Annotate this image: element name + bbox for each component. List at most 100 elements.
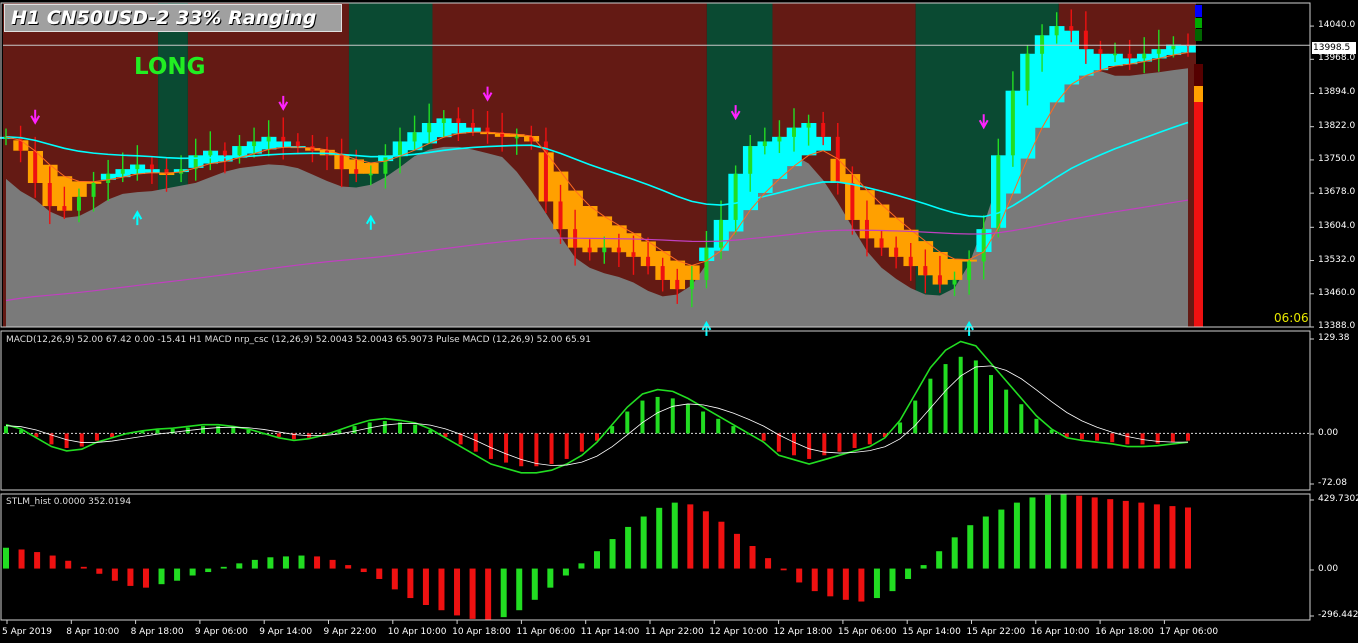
candle-body xyxy=(1127,53,1132,59)
price-tick-label: 13460.0 xyxy=(1318,287,1356,298)
time-tick-label: 9 Apr 06:00 xyxy=(194,627,248,637)
stlm-histogram-bar xyxy=(562,568,569,576)
candle-body xyxy=(485,127,490,133)
stlm-histogram-bar xyxy=(1091,497,1098,569)
candle-body xyxy=(281,136,286,142)
candle-body xyxy=(120,169,125,174)
time-tick-label: 15 Apr 14:00 xyxy=(902,627,961,637)
stlm-panel[interactable] xyxy=(3,494,1191,620)
stlm-histogram-bar xyxy=(1169,506,1176,569)
macd-histogram-bar xyxy=(898,422,903,434)
macd-indicator-label: MACD(12,26,9) 52.00 67.42 0.00 -15.41 H1… xyxy=(6,335,591,345)
stlm-histogram-bar xyxy=(905,568,912,579)
candle-body xyxy=(689,279,694,290)
strength-meter-cap xyxy=(1194,64,1203,86)
macd-histogram-bar xyxy=(1034,418,1039,434)
stlm-histogram-bar xyxy=(998,509,1005,569)
stlm-histogram-bar xyxy=(951,537,958,569)
macd-histogram-bar xyxy=(110,433,115,438)
price-tick-label: 13678.0 xyxy=(1318,187,1356,198)
macd-histogram-bar xyxy=(807,433,812,459)
stlm-histogram-bar xyxy=(842,568,849,600)
candle-body xyxy=(398,141,402,156)
stlm-indicator-label: STLM_hist 0.0000 352.0194 xyxy=(6,497,132,507)
stlm-histogram-bar xyxy=(1029,497,1036,569)
macd-histogram-bar xyxy=(352,426,357,434)
stlm-histogram-bar xyxy=(889,568,896,592)
candle-body xyxy=(1156,49,1161,54)
time-tick-label: 9 Apr 22:00 xyxy=(323,627,377,637)
macd-histogram-bar xyxy=(79,433,84,447)
candle-body xyxy=(952,279,957,285)
candle-body xyxy=(237,146,242,156)
panel-frame xyxy=(0,330,1311,491)
candle-body xyxy=(412,132,417,142)
symbol-title: H1 CN50USD-2 33% Ranging xyxy=(4,4,342,32)
macd-histogram-bar xyxy=(1079,433,1084,440)
time-tick-label: 16 Apr 10:00 xyxy=(1030,627,1090,637)
time-tick-label: 12 Apr 18:00 xyxy=(773,627,833,637)
macd-histogram-bar xyxy=(1170,433,1175,443)
macd-histogram-bar xyxy=(640,400,645,434)
macd-signal-line xyxy=(5,365,1189,466)
candle-body xyxy=(762,141,767,147)
macd-histogram-bar xyxy=(731,426,736,434)
macd-histogram-bar xyxy=(276,433,281,438)
candle-body xyxy=(91,183,96,197)
stlm-histogram-bar xyxy=(516,568,523,611)
price-tick-label: 13750.0 xyxy=(1318,153,1356,164)
tf-indicator-blue xyxy=(1195,5,1202,17)
stlm-histogram-bar xyxy=(111,568,118,581)
macd-histogram-bar xyxy=(761,433,766,441)
candle-body xyxy=(616,247,621,253)
price-tick-label: 13968.0 xyxy=(1318,53,1356,64)
bar-countdown: 06:06 xyxy=(1274,311,1309,325)
candle-body xyxy=(1040,35,1045,54)
macd-panel[interactable] xyxy=(3,340,1310,474)
time-tick-label: 12 Apr 10:00 xyxy=(709,627,768,637)
candle-body xyxy=(806,123,811,128)
macd-main-line xyxy=(5,340,1189,474)
macd-histogram-bar xyxy=(943,364,948,434)
candle-body xyxy=(1083,30,1088,50)
time-tick-label: 11 Apr 06:00 xyxy=(516,627,576,637)
candle-body xyxy=(967,261,972,280)
macd-histogram-bar xyxy=(792,433,796,456)
macd-histogram-bar xyxy=(852,433,857,448)
candle-body xyxy=(427,123,432,133)
candle-body xyxy=(821,123,826,137)
trading-chart[interactable] xyxy=(0,0,1358,643)
stlm-histogram-bar xyxy=(578,563,585,569)
stlm-histogram-bar xyxy=(189,568,196,576)
macd-histogram-bar xyxy=(231,427,236,434)
stlm-tick-label: 429.7302 xyxy=(1318,494,1358,504)
stlm-histogram-bar xyxy=(656,507,663,569)
candle-body xyxy=(792,127,796,137)
macd-histogram-bar xyxy=(94,433,99,441)
macd-histogram-bar xyxy=(549,433,554,465)
candle-body xyxy=(923,266,928,276)
stlm-histogram-bar xyxy=(811,568,818,592)
stlm-histogram-bar xyxy=(1138,502,1145,569)
stlm-histogram-bar xyxy=(329,559,336,569)
candle-body xyxy=(1113,53,1118,56)
stlm-histogram-bar xyxy=(96,568,103,574)
stlm-tick-label: 0.00 xyxy=(1318,564,1339,574)
stlm-histogram-bar xyxy=(796,568,803,583)
stlm-histogram-bar xyxy=(594,551,600,569)
macd-histogram-bar xyxy=(1155,433,1160,444)
stlm-histogram-bar xyxy=(80,566,87,569)
macd-histogram-bar xyxy=(1110,433,1115,443)
candle-body xyxy=(135,164,140,170)
stlm-histogram-bar xyxy=(687,504,694,569)
macd-histogram-bar xyxy=(973,360,978,434)
tf-indicator-green xyxy=(1195,18,1202,28)
stlm-histogram-bar xyxy=(282,556,289,569)
stlm-histogram-bar xyxy=(236,563,243,569)
candle-body xyxy=(894,247,899,257)
macd-histogram-bar xyxy=(155,429,160,434)
stlm-histogram-bar xyxy=(625,526,632,569)
candle-body xyxy=(368,173,373,176)
candle-body xyxy=(47,183,52,207)
stlm-histogram-bar xyxy=(1076,495,1083,569)
